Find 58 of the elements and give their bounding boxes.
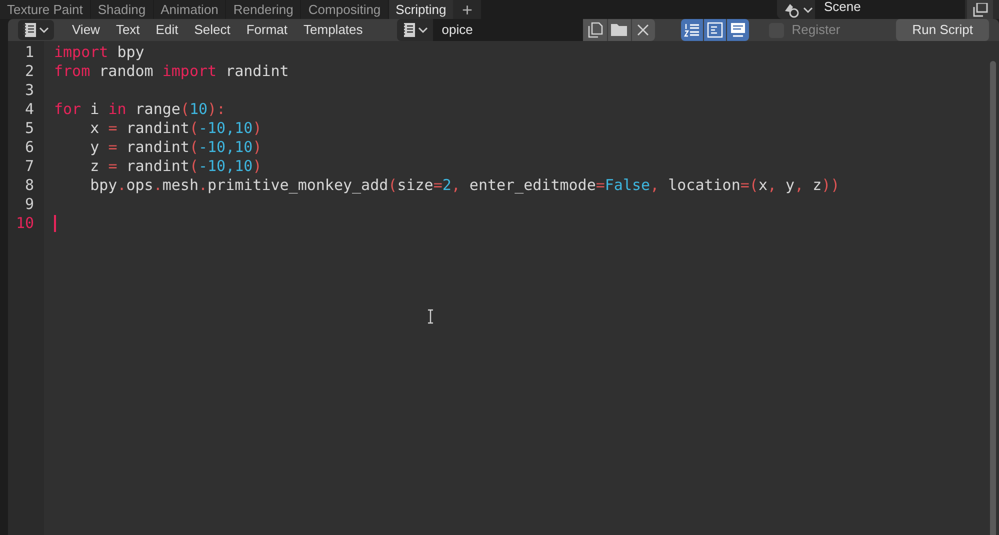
editor-type-button[interactable]: [18, 20, 54, 40]
line-number: 7: [24, 157, 35, 176]
line-number: 9: [24, 195, 35, 214]
open-text-button[interactable]: [606, 19, 631, 41]
workspace-tab[interactable]: Shading: [90, 0, 153, 19]
caret-icon: [803, 6, 813, 14]
line-number: 2: [24, 62, 35, 81]
text-editor-icon: [402, 22, 416, 38]
toggle-button[interactable]: [726, 19, 749, 41]
unlink-text-button[interactable]: [630, 19, 655, 41]
new-window-button[interactable]: [967, 0, 993, 19]
code-line: for i in range(10):: [54, 100, 226, 119]
menu-item[interactable]: Format: [238, 19, 296, 41]
text-cursor: [54, 215, 56, 232]
workspace-tab[interactable]: Scripting: [388, 0, 454, 19]
code-line: y = randint(-10,10): [89, 138, 262, 157]
line-numbers-icon: [684, 22, 700, 38]
line-number: 5: [24, 119, 35, 138]
code-line: z = randint(-10,10): [89, 157, 262, 176]
code-line: import bpy: [54, 43, 144, 62]
workspace-tab[interactable]: Compositing: [301, 0, 388, 19]
line-number: 4: [24, 100, 35, 119]
new-text-button[interactable]: [582, 19, 607, 41]
line-number: 8: [24, 176, 35, 195]
word-wrap-icon: [706, 22, 723, 38]
scene-name-field[interactable]: Scene: [815, 0, 965, 19]
scrollbar[interactable]: [990, 61, 996, 535]
scene-icon: [783, 2, 801, 18]
add-tab-button[interactable]: +: [453, 0, 482, 19]
run-script-button[interactable]: Run Script: [896, 19, 989, 41]
folder-icon: [610, 23, 628, 37]
menu-item[interactable]: Text: [108, 19, 148, 41]
close-icon: [637, 24, 650, 36]
menu-item[interactable]: Edit: [148, 19, 186, 41]
workspace-tab[interactable]: Texture Paint: [0, 0, 90, 19]
register-label: Register: [792, 21, 840, 40]
text-editor-icon: [23, 22, 37, 38]
duplicate-icon: [586, 22, 603, 38]
toggle-button[interactable]: [680, 19, 703, 41]
workspace-tab[interactable]: Rendering: [226, 0, 300, 19]
duplicate-icon: [972, 2, 988, 16]
line-number: 10: [14, 214, 35, 233]
toggle-button[interactable]: [704, 19, 726, 41]
code-line: from random import randint: [54, 62, 289, 81]
menu-item[interactable]: View: [64, 19, 108, 41]
i-beam-cursor-icon: [427, 309, 434, 324]
syntax-highlight-icon: [730, 22, 746, 38]
caret-icon: [39, 26, 49, 34]
line-number: 3: [24, 81, 35, 100]
text-name-field[interactable]: opice: [432, 19, 583, 41]
menu-item[interactable]: Select: [186, 19, 238, 41]
line-number: 6: [24, 138, 35, 157]
menu-item[interactable]: Templates: [296, 19, 371, 41]
line-number: 1: [24, 43, 35, 62]
caret-icon: [418, 26, 428, 34]
workspace-tab[interactable]: Animation: [154, 0, 226, 19]
code-line: x = randint(-10,10): [89, 119, 262, 138]
code-line: bpy.ops.mesh.primitive_monkey_add(size=2, enter_editmode=False, location=(x, y, z)): [89, 176, 840, 195]
